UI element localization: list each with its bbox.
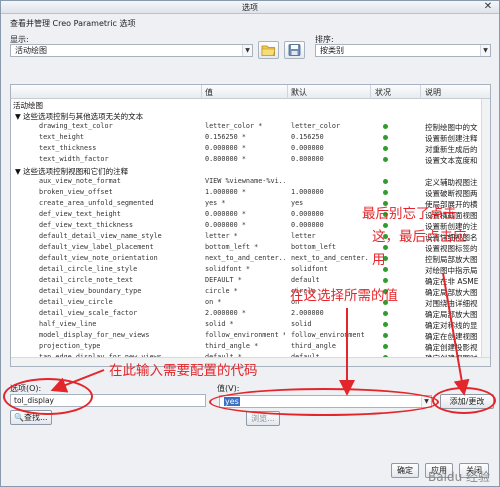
arrow-right [442, 272, 470, 396]
watermark: Baidu 经验 [428, 470, 490, 484]
annotation-arrows [50, 272, 470, 396]
arrow-left [50, 369, 105, 393]
